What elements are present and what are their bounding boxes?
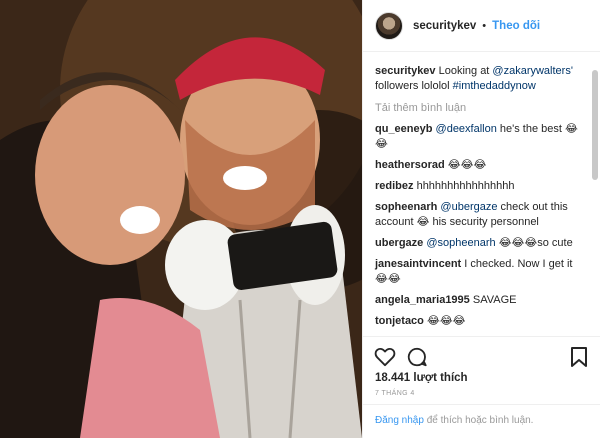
login-prompt: Đăng nhập để thích hoặc bình luận. — [363, 404, 600, 438]
comment-item: redibez hhhhhhhhhhhhhhhh — [375, 179, 587, 194]
comment-username[interactable]: sopheenarh — [375, 201, 437, 213]
comment-username[interactable]: angela_maria1995 — [375, 294, 470, 306]
comment-icon[interactable] — [405, 345, 429, 369]
follow-button[interactable]: Theo dõi — [492, 20, 540, 32]
heart-icon[interactable] — [373, 345, 397, 369]
login-link[interactable]: Đăng nhập — [375, 415, 424, 426]
like-count[interactable]: 18.441 lượt thích — [375, 372, 468, 384]
comment-mention[interactable]: @ubergaze — [440, 201, 497, 213]
header-separator: • — [482, 19, 487, 32]
comment-mention[interactable]: @deexfallon — [436, 123, 497, 135]
bookmark-icon[interactable] — [567, 345, 591, 369]
header-username[interactable]: securitykev — [413, 20, 476, 32]
comment-text: hhhhhhhhhhhhhhhh — [413, 180, 515, 192]
instagram-post: securitykev • Theo dõi securitykev Looki… — [0, 0, 600, 438]
comment-item: janesaintvincent I checked. Now I get it… — [375, 257, 587, 287]
load-more-comments[interactable]: Tải thêm bình luận — [375, 102, 587, 114]
caption: securitykev Looking at @zakarywalters' f… — [375, 64, 587, 94]
comment-username[interactable]: heathersorad — [375, 159, 445, 171]
comment-username[interactable]: janesaintvincent — [375, 258, 461, 270]
post-date: 7 THÁNG 4 — [375, 390, 415, 397]
comment-item: ubergaze @sopheenarh 😂😂😂so cute — [375, 236, 587, 251]
comment-item: heathersorad 😂😂😂 — [375, 158, 587, 173]
comment-text: 😂😂😂so cute — [495, 237, 573, 249]
post-photo[interactable] — [0, 0, 362, 438]
comment-item: qu_eeneyb @deexfallon he's the best 😂😂 — [375, 122, 587, 152]
comment-username[interactable]: ubergaze — [375, 237, 423, 249]
comment-username[interactable]: qu_eeneyb — [375, 123, 432, 135]
caption-username[interactable]: securitykev — [375, 65, 436, 77]
comment-item: tonjetaco 😂😂😂 — [375, 314, 587, 329]
caption-text-after: followers lololol — [375, 80, 453, 92]
comment-item: angela_maria1995 SAVAGE — [375, 293, 587, 308]
comment-username[interactable]: redibez — [375, 180, 414, 192]
comment-container: qu_eeneyb @deexfallon he's the best 😂😂 he… — [375, 122, 587, 336]
photo-illustration — [0, 0, 362, 438]
post-side-panel: securitykev • Theo dõi securitykev Looki… — [362, 0, 600, 438]
post-header: securitykev • Theo dõi — [363, 0, 600, 52]
caption-mention[interactable]: @zakarywalters' — [492, 65, 573, 77]
comment-text: 😂😂😂 — [423, 315, 466, 327]
caption-hashtag[interactable]: #imthedaddynow — [453, 80, 536, 92]
avatar[interactable] — [375, 11, 403, 40]
comment-text: SAVAGE — [469, 294, 517, 306]
comments-list[interactable]: securitykev Looking at @zakarywalters' f… — [363, 52, 600, 336]
scrollbar[interactable] — [592, 70, 598, 180]
login-text: để thích hoặc bình luận. — [423, 415, 534, 426]
comment-item: sopheenarh @ubergaze check out this acco… — [375, 200, 587, 230]
comment-text: 😂😂😂 — [444, 159, 487, 171]
comment-mention[interactable]: @sopheenarh — [426, 237, 495, 249]
caption-text: Looking at — [435, 65, 493, 77]
action-bar — [363, 336, 600, 370]
comment-username[interactable]: tonjetaco — [375, 315, 424, 327]
